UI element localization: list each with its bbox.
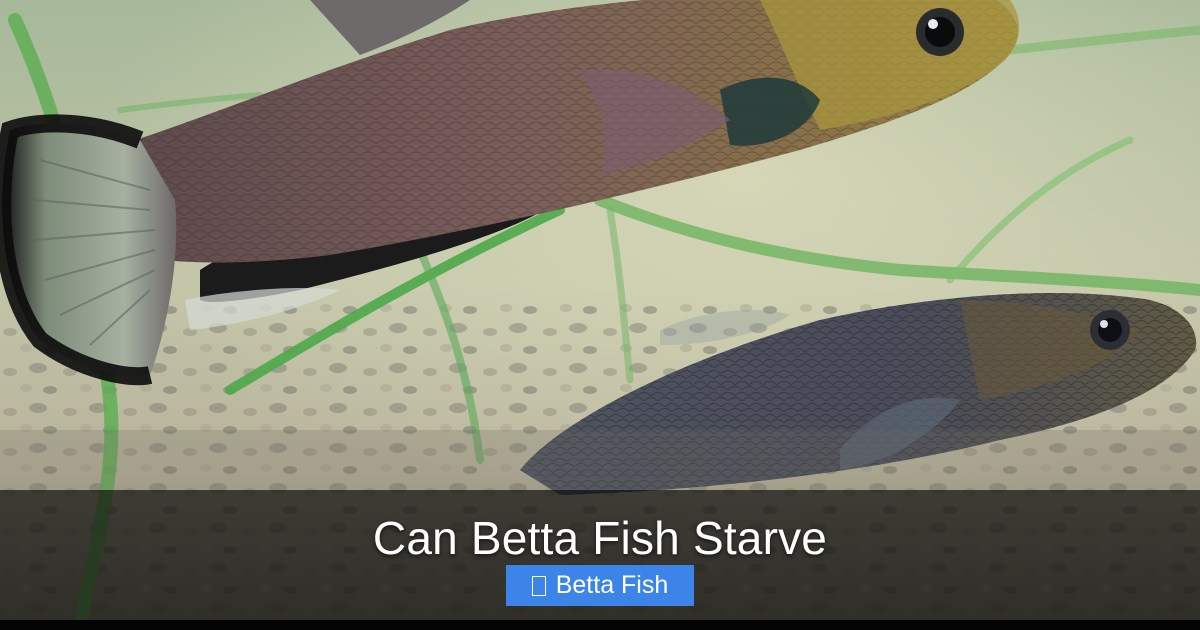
category-badge[interactable]: Betta Fish (506, 565, 694, 606)
article-title: Can Betta Fish Starve (372, 512, 828, 564)
category-label: Betta Fish (555, 571, 669, 599)
missing-glyph-icon (531, 575, 546, 596)
social-share-card: Can Betta Fish Starve Betta Fish (0, 0, 1200, 630)
bottom-border (0, 620, 1200, 630)
